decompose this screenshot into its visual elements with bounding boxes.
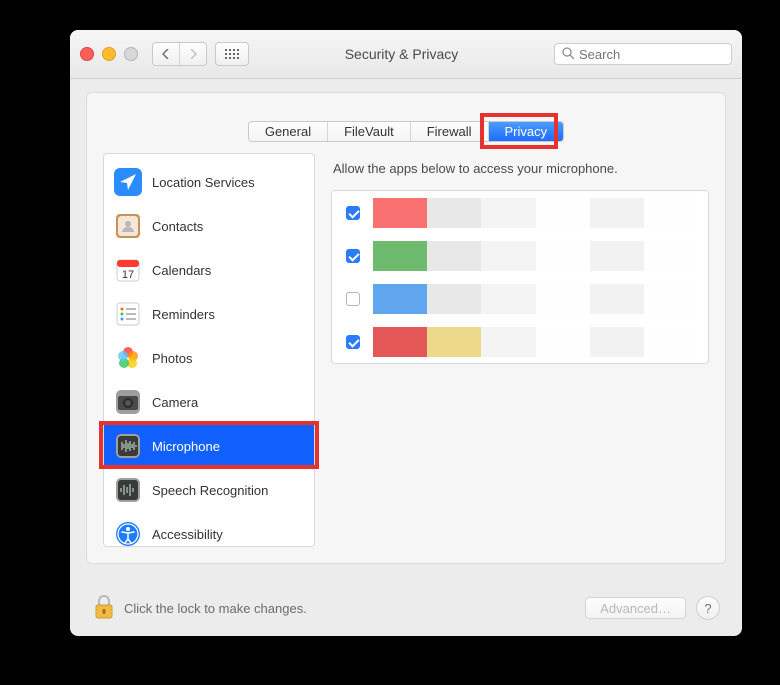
window-controls <box>80 47 138 61</box>
lock-icon <box>92 593 116 621</box>
microphone-icon <box>114 432 142 460</box>
search-icon <box>562 47 575 60</box>
app-allow-checkbox[interactable] <box>346 335 360 349</box>
tab-general[interactable]: General <box>249 122 327 141</box>
sidebar-item-label: Accessibility <box>152 527 223 542</box>
app-row <box>332 277 708 320</box>
close-window-button[interactable] <box>80 47 94 61</box>
app-redacted <box>373 327 698 357</box>
sidebar-item-label: Speech Recognition <box>152 483 268 498</box>
sidebar-item-label: Camera <box>152 395 198 410</box>
svg-text:17: 17 <box>122 269 134 281</box>
advanced-button[interactable]: Advanced… <box>585 597 686 619</box>
tab-bar: General FileVault Firewall Privacy <box>87 121 725 142</box>
app-row <box>332 191 708 234</box>
sidebar-item-photos[interactable]: Photos <box>104 336 314 380</box>
sidebar-item-label: Location Services <box>152 175 255 190</box>
footer: Click the lock to make changes. Advanced… <box>70 580 742 636</box>
accessibility-icon <box>114 520 142 548</box>
contacts-icon <box>114 212 142 240</box>
window-title: Security & Privacy <box>257 46 546 62</box>
titlebar: Security & Privacy <box>70 30 742 79</box>
photos-icon <box>114 344 142 372</box>
camera-icon <box>114 388 142 416</box>
sidebar-item-label: Microphone <box>152 439 220 454</box>
sidebar-item-calendars[interactable]: 17 Calendars <box>104 248 314 292</box>
app-allow-checkbox[interactable] <box>346 292 360 306</box>
tab-firewall[interactable]: Firewall <box>410 122 488 141</box>
lock-hint: Click the lock to make changes. <box>124 601 307 616</box>
tab-filevault[interactable]: FileVault <box>327 122 410 141</box>
preferences-window: Security & Privacy General FileVault Fir… <box>70 30 742 636</box>
help-button[interactable]: ? <box>696 596 720 620</box>
zoom-window-button[interactable] <box>124 47 138 61</box>
sidebar-item-camera[interactable]: Camera <box>104 380 314 424</box>
sidebar-item-accessibility[interactable]: Accessibility <box>104 512 314 556</box>
back-button[interactable] <box>153 43 179 65</box>
sidebar-item-label: Reminders <box>152 307 215 322</box>
grid-icon <box>225 49 239 59</box>
app-allow-checkbox[interactable] <box>346 249 360 263</box>
calendar-icon: 17 <box>114 256 142 284</box>
sidebar-item-contacts[interactable]: Contacts <box>104 204 314 248</box>
sidebar-item-reminders[interactable]: Reminders <box>104 292 314 336</box>
lock-button[interactable] <box>92 593 116 624</box>
tab-segment: General FileVault Firewall Privacy <box>248 121 564 142</box>
app-redacted <box>373 241 698 271</box>
app-row <box>332 234 708 277</box>
sidebar-item-label: Photos <box>152 351 192 366</box>
sidebar-item-label: Calendars <box>152 263 211 278</box>
app-redacted <box>373 198 698 228</box>
pane-hint: Allow the apps below to access your micr… <box>331 153 709 190</box>
sidebar-item-microphone[interactable]: Microphone <box>104 424 314 468</box>
nav-back-forward <box>152 42 207 66</box>
search-field-wrap <box>554 43 732 65</box>
location-icon <box>114 168 142 196</box>
show-all-button[interactable] <box>215 42 249 66</box>
app-list <box>331 190 709 364</box>
privacy-sidebar: Location Services Contacts 17 Calendars … <box>103 153 315 547</box>
sidebar-item-location[interactable]: Location Services <box>104 160 314 204</box>
tab-privacy[interactable]: Privacy <box>488 122 564 141</box>
app-allow-checkbox[interactable] <box>346 206 360 220</box>
sidebar-item-speech[interactable]: Speech Recognition <box>104 468 314 512</box>
forward-button[interactable] <box>179 43 206 65</box>
app-row <box>332 320 708 363</box>
detail-pane: Allow the apps below to access your micr… <box>331 153 709 547</box>
minimize-window-button[interactable] <box>102 47 116 61</box>
reminders-icon <box>114 300 142 328</box>
app-redacted <box>373 284 698 314</box>
content-panel: General FileVault Firewall Privacy Locat… <box>86 92 726 564</box>
sidebar-item-label: Contacts <box>152 219 203 234</box>
speech-icon <box>114 476 142 504</box>
search-input[interactable] <box>554 43 732 65</box>
columns: Location Services Contacts 17 Calendars … <box>103 153 709 547</box>
